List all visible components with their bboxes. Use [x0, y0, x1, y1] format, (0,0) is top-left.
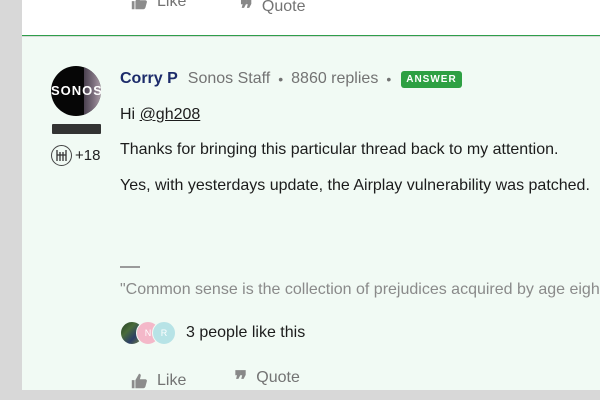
previous-like-button[interactable]: Like: [130, 0, 186, 11]
like-label: Like: [157, 372, 187, 389]
meta-separator: •: [278, 71, 284, 87]
previous-post-footer: Like ❞ Quote: [22, 0, 600, 36]
rank-bar: [52, 124, 101, 134]
quote-icon: ❞: [240, 0, 253, 23]
post-content: Corry P Sonos Staff • 8860 replies • ANS…: [120, 68, 600, 390]
signature-text: "Common sense is the collection of preju…: [120, 281, 600, 298]
badge-row[interactable]: +18: [51, 145, 100, 166]
likes-count-text[interactable]: 3 people like this: [186, 324, 305, 342]
post-actions: Like ❞ Quote: [130, 368, 300, 390]
greeting-line: Hi @gh208: [120, 106, 200, 124]
meta-separator: •: [386, 71, 392, 87]
previous-like-label: Like: [157, 0, 187, 10]
quote-label: Quote: [256, 369, 300, 386]
greeting-text: Hi: [120, 106, 140, 123]
previous-quote-button[interactable]: ❞ Quote: [240, 0, 306, 21]
thumbs-up-icon: [131, 0, 147, 10]
quote-button[interactable]: ❞ Quote: [234, 364, 300, 391]
post-paragraph: Yes, with yesterdays update, the Airplay…: [120, 177, 590, 194]
signature-divider: [120, 266, 140, 268]
quote-icon: ❞: [234, 365, 248, 391]
post-meta: Corry P Sonos Staff • 8860 replies • ANS…: [120, 68, 600, 90]
like-button[interactable]: Like: [130, 370, 186, 390]
liker-avatar[interactable]: R: [152, 321, 176, 345]
avatar-logo-text: SONOS: [51, 83, 101, 98]
thumbs-up-icon: [131, 373, 147, 389]
award-badge-icon: [51, 145, 72, 166]
user-mention-link[interactable]: @gh208: [140, 106, 201, 123]
answer-badge: ANSWER: [401, 70, 462, 88]
badge-count: +18: [75, 147, 101, 164]
previous-quote-label: Quote: [261, 0, 306, 15]
reply-count: 8860 replies: [291, 70, 379, 87]
post-paragraph: Thanks for bringing this particular thre…: [120, 141, 559, 158]
author-name[interactable]: Corry P: [120, 70, 178, 88]
author-avatar[interactable]: SONOS: [51, 66, 101, 116]
page-gutter: [22, 390, 600, 400]
answer-post: SONOS +18 Corry P Sonos Staff • 8860 rep…: [22, 37, 600, 390]
author-role: Sonos Staff: [187, 70, 271, 87]
likes-row[interactable]: N R 3 people like this: [120, 321, 305, 345]
